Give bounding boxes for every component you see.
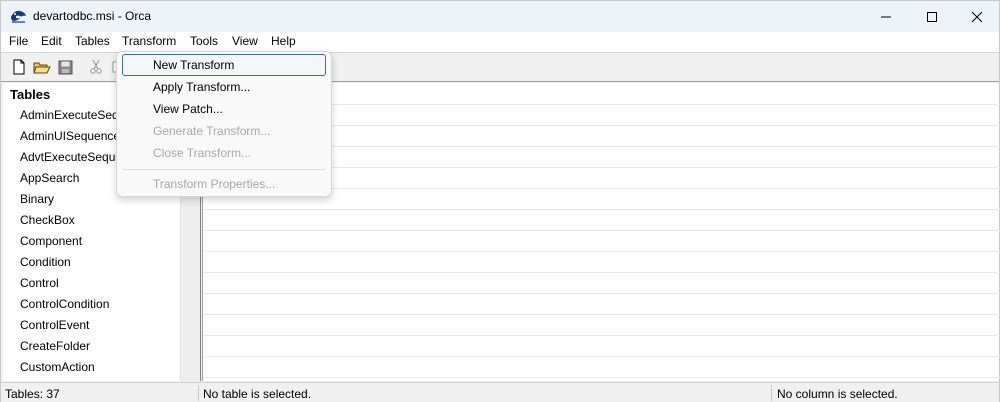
menu-edit[interactable]: Edit xyxy=(41,34,62,48)
save-icon xyxy=(58,60,72,74)
orca-app-icon xyxy=(11,10,26,23)
menu-transform[interactable]: Transform xyxy=(122,34,176,48)
cut-icon xyxy=(90,59,102,74)
title-bar: devartodbc.msi - Orca xyxy=(1,1,999,32)
window-title: devartodbc.msi - Orca xyxy=(33,9,152,23)
grid-line xyxy=(203,230,1000,231)
table-item-customaction[interactable]: CustomAction xyxy=(3,357,179,378)
maximize-button[interactable] xyxy=(909,1,955,32)
table-item-createfolder[interactable]: CreateFolder xyxy=(3,336,179,357)
save-button[interactable] xyxy=(56,58,74,76)
menu-item-new-transform[interactable]: New Transform xyxy=(122,54,326,76)
status-bar: Tables: 37 No table is selected. No colu… xyxy=(1,382,999,402)
table-item-controlevent[interactable]: ControlEvent xyxy=(3,315,179,336)
status-divider xyxy=(771,385,772,401)
menu-tables[interactable]: Tables xyxy=(75,34,110,48)
table-item-controlcondition[interactable]: ControlCondition xyxy=(3,294,179,315)
table-item-control[interactable]: Control xyxy=(3,273,179,294)
maximize-icon xyxy=(927,11,937,22)
new-file-icon xyxy=(13,59,25,75)
grid-line xyxy=(203,335,1000,336)
column-selection-status: No column is selected. xyxy=(777,387,898,401)
menu-item-view-patch[interactable]: View Patch... xyxy=(122,98,326,120)
open-button[interactable] xyxy=(33,58,51,76)
grid-line xyxy=(203,314,1000,315)
menu-separator xyxy=(123,169,325,170)
menu-file[interactable]: File xyxy=(9,34,28,48)
minimize-button[interactable] xyxy=(863,1,909,32)
grid-line xyxy=(203,293,1000,294)
menu-view[interactable]: View xyxy=(232,34,258,48)
menu-item-transform-properties: Transform Properties... xyxy=(153,177,276,191)
table-item-component[interactable]: Component xyxy=(3,231,179,252)
table-selection-status: No table is selected. xyxy=(203,387,312,401)
grid-line xyxy=(203,272,1000,273)
tables-count-status: Tables: 37 xyxy=(5,387,60,401)
grid-line xyxy=(203,251,1000,252)
orca-window: devartodbc.msi - Orca File Edit Tables T… xyxy=(0,0,1000,402)
status-divider xyxy=(198,385,199,401)
grid-line xyxy=(203,356,1000,357)
open-folder-icon xyxy=(33,62,51,74)
menu-bar: File Edit Tables Transform Tools View He… xyxy=(1,32,999,52)
menu-help[interactable]: Help xyxy=(271,34,296,48)
new-button[interactable] xyxy=(10,58,28,76)
tables-header: Tables xyxy=(10,87,51,102)
menu-item-generate-transform: Generate Transform... xyxy=(153,124,271,138)
menu-item-apply-transform[interactable]: Apply Transform... xyxy=(122,76,326,98)
table-item-checkbox[interactable]: CheckBox xyxy=(3,210,179,231)
menu-item-close-transform: Close Transform... xyxy=(153,146,252,160)
close-icon xyxy=(971,11,983,22)
grid-line xyxy=(203,209,1000,210)
close-button[interactable] xyxy=(954,1,1000,32)
minimize-icon xyxy=(881,16,891,17)
table-item-condition[interactable]: Condition xyxy=(3,252,179,273)
grid-line xyxy=(203,377,1000,378)
cut-button[interactable] xyxy=(87,58,105,76)
transform-menu: New Transform Apply Transform... View Pa… xyxy=(116,51,332,197)
menu-tools[interactable]: Tools xyxy=(190,34,218,48)
